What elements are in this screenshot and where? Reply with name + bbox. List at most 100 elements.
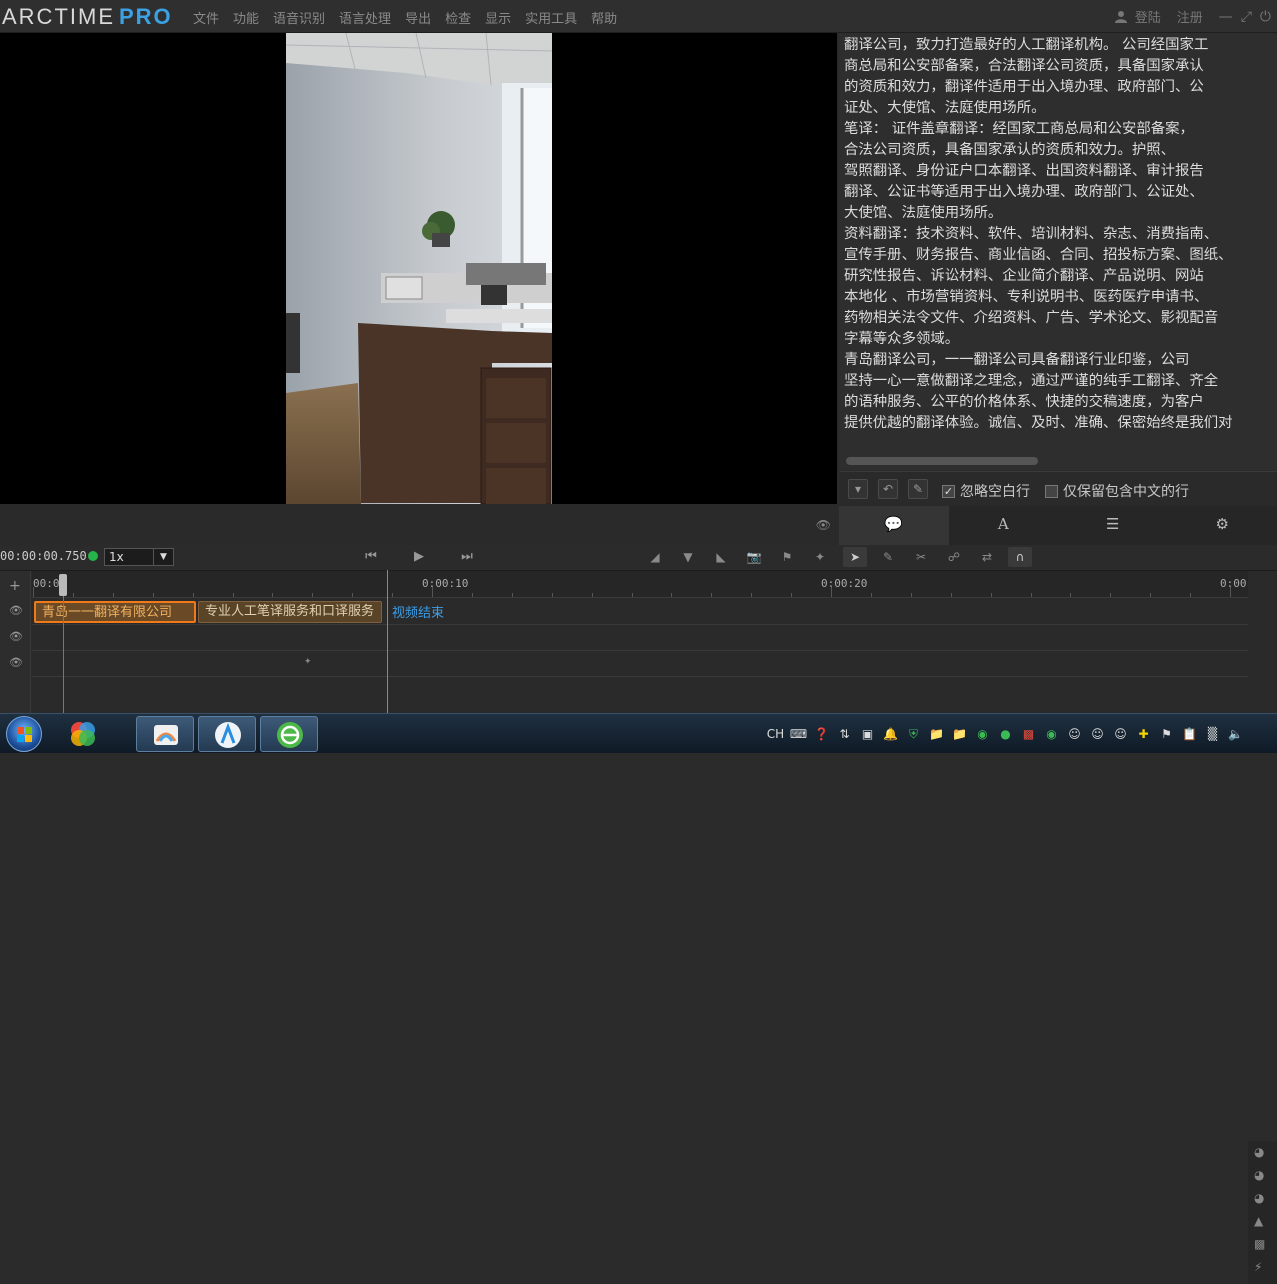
help-icon[interactable]: ❓ [810,727,833,741]
menu-tools[interactable]: 实用工具 [525,8,584,27]
undo-icon[interactable]: ↶ [878,479,898,499]
playhead-handle[interactable] [59,574,67,596]
subtitle-clip-selected[interactable]: 青岛一一翻译有限公司 [34,601,196,623]
time-ruler[interactable]: 00:00 0:00:10 0:00:20 0:00 [32,571,1248,598]
checkbox-box[interactable] [1045,485,1058,498]
qq-icon[interactable]: ☺ [1086,727,1109,741]
tab-font[interactable]: A [949,506,1059,545]
keep-chinese-label: 仅保留包含中文的行 [1063,481,1189,501]
track-eye-icon[interactable]: 👁 [9,630,23,643]
magnet-icon[interactable]: ∩ [1008,547,1032,567]
login-link[interactable]: 登陆 [1135,7,1161,26]
timeline[interactable]: + 👁 👁 👁 00:00 0:00:10 0:00:20 0:00 青岛一一翻… [0,570,1277,713]
ignore-empty-checkbox[interactable]: ✓ 忽略空白行 [942,481,1030,501]
menu-display[interactable]: 显示 [485,8,518,27]
qq-icon[interactable]: ☺ [1109,727,1132,741]
edit-icon[interactable]: ✎ [876,547,900,567]
horizontal-scrollbar[interactable] [846,457,1038,465]
video-preview[interactable] [0,33,837,504]
menu-speech-recognition[interactable]: 语音识别 [273,8,332,27]
tab-subtitle[interactable]: 💬 [839,506,949,545]
waveform-icon[interactable]: ▲ [1254,1214,1263,1228]
menu-file[interactable]: 文件 [193,8,226,27]
lightning-icon[interactable]: ⚡ [1254,1260,1262,1274]
subtitle-clip[interactable]: 专业人工笔译服务和口译服务 [198,601,382,623]
office-scene-image [286,33,552,504]
mark-down-icon[interactable]: ▼ [676,547,700,567]
mark-out-icon[interactable]: ◣ [709,547,733,567]
taskbar-app-arctime[interactable] [198,716,256,752]
clipboard-icon[interactable]: 📋 [1178,727,1201,741]
menu-check[interactable]: 检查 [445,8,478,27]
track-lane[interactable]: ✦ [32,651,1248,677]
taskbar-app-browser[interactable] [260,716,318,752]
user-icon [1115,10,1127,23]
chevron-down-icon[interactable]: ▼ [153,549,173,565]
taskbar-app-picture[interactable] [136,716,194,752]
folder-icon[interactable]: 📁 [925,727,948,741]
power-icon[interactable]: ⏻ [1260,9,1271,25]
menu-function[interactable]: 功能 [233,8,266,27]
pointer-icon[interactable]: ➤ [843,547,867,567]
pencil-icon[interactable]: ✎ [908,479,928,499]
zoom-knob-icon[interactable]: ◕ [1254,1145,1264,1159]
camera-icon[interactable]: 📷 [742,547,766,567]
notification-icon[interactable]: 🔔 [879,727,902,741]
ruler-tick [911,593,912,597]
track-lane[interactable] [32,625,1248,651]
folder-icon[interactable]: 📁 [948,727,971,741]
plus-icon[interactable]: ✚ [1132,727,1155,741]
menu-export[interactable]: 导出 [405,8,438,27]
text-content[interactable]: 翻译公司，致力打造最好的人工翻译机构。 公司经国家工 商总局和公安部备案，合法翻… [844,35,1274,434]
track-headers: + 👁 👁 👁 [0,571,31,714]
track-eye-icon[interactable]: 👁 [9,604,23,617]
start-button[interactable] [6,716,42,752]
mark-in-icon[interactable]: ◢ [643,547,667,567]
scissors-icon[interactable]: ✂ [909,547,933,567]
menu-help[interactable]: 帮助 [591,8,624,27]
bar-chart-icon[interactable]: ▩ [1254,1237,1265,1251]
tab-settings[interactable]: ⚙ [1168,506,1277,545]
taskbar-app-colorful[interactable] [54,716,112,752]
swap-icon[interactable]: ⇄ [975,547,999,567]
menu-language-processing[interactable]: 语言处理 [339,8,398,27]
checkbox-box[interactable]: ✓ [942,485,955,498]
language-indicator[interactable]: CH [764,727,787,741]
text-panel[interactable]: 翻译公司，致力打造最好的人工翻译机构。 公司经国家工 商总局和公安部备案，合法翻… [839,33,1277,470]
play-icon[interactable]: ▶ [410,549,428,564]
minimize-icon[interactable]: — [1219,9,1233,25]
fullscreen-icon[interactable]: ⤢ [1241,9,1252,25]
tracks[interactable]: 青岛一一翻译有限公司 专业人工笔译服务和口译服务 视频结束 ✦ [32,599,1248,714]
pdf-icon[interactable]: ▩ [1017,727,1040,741]
link-icon[interactable]: ☍ [942,547,966,567]
keyboard-icon[interactable]: ⌨ [787,727,810,741]
green-circle-icon[interactable]: ● [994,727,1017,741]
subtitle-track[interactable]: 青岛一一翻译有限公司 专业人工笔译服务和口译服务 视频结束 [32,599,1248,625]
volume-icon[interactable]: 🔈 [1224,727,1247,741]
register-link[interactable]: 注册 [1177,7,1203,26]
track-eye-icon[interactable]: 👁 [9,656,23,669]
skip-forward-icon[interactable]: ⏭ [458,549,476,564]
shield-icon[interactable]: ⛨ [902,727,925,742]
ruler-tick [671,593,672,597]
zoom-knob-icon[interactable]: ◕ [1254,1168,1264,1182]
collapse-icon[interactable]: ▾ [848,479,868,499]
bookmark-icon[interactable]: ⚑ [775,547,799,567]
tray-app-icon[interactable]: ▣ [856,727,879,741]
wechat-icon[interactable]: ◉ [1040,727,1063,741]
add-track-icon[interactable]: + [9,578,21,594]
keep-chinese-checkbox[interactable]: 仅保留包含中文的行 [1045,481,1189,501]
zoom-knob-icon[interactable]: ◕ [1254,1191,1264,1205]
text-line: 翻译、公证书等适用于出入境办理、政府部门、公证处、 [844,182,1274,203]
skip-back-icon[interactable]: ⏮ [362,549,380,564]
network-icon[interactable]: ▒ [1201,727,1224,741]
magic-wand-icon[interactable]: ✦ [808,547,832,567]
ruler-tick [33,587,34,597]
eye-icon[interactable]: 👁 [816,518,831,532]
speed-select[interactable]: 1x ▼ [104,548,174,566]
qq-icon[interactable]: ☺ [1063,727,1086,741]
flag-icon[interactable]: ⚑ [1155,727,1178,741]
tab-list[interactable]: ☰ [1058,506,1168,545]
input-method-icon[interactable]: ⇅ [833,727,856,741]
wechat-icon[interactable]: ◉ [971,727,994,741]
